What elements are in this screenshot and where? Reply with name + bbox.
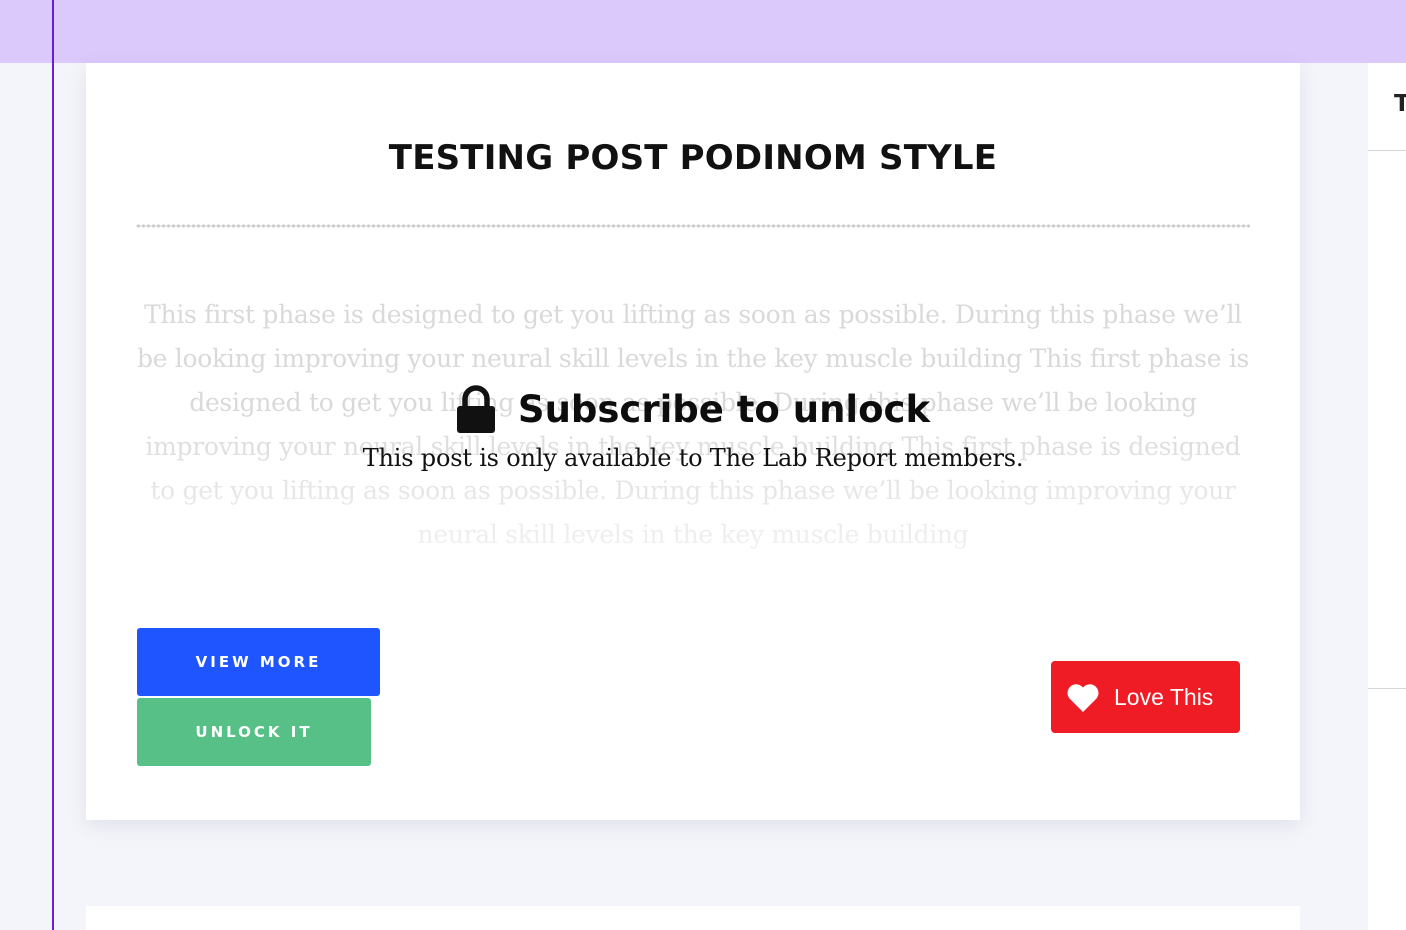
sidebar-header: T [1394,91,1406,117]
sidebar-divider [1368,150,1406,151]
love-this-label: Love This [1114,683,1214,710]
love-this-button[interactable]: Love This [1051,661,1240,733]
paywall-heading: Subscribe to unlock [456,385,930,433]
next-post-card [86,906,1300,930]
paywall-message: This post is only available to The Lab R… [362,444,1024,472]
view-more-button[interactable]: VIEW MORE [137,628,380,696]
paywall-heading-text: Subscribe to unlock [517,387,931,431]
post-card: TESTING POST PODINOM STYLE This first ph… [86,63,1300,820]
left-accent-rule [52,0,54,930]
lock-icon [456,385,496,433]
sidebar-panel: T [1368,63,1406,930]
paywall-overlay: Subscribe to unlock This post is only av… [86,385,1300,472]
heart-icon [1066,682,1100,713]
title-divider [136,224,1250,228]
unlock-it-button[interactable]: UNLOCK IT [137,698,371,766]
sidebar-divider [1368,688,1406,689]
post-title[interactable]: TESTING POST PODINOM STYLE [86,138,1300,178]
top-header-band [0,0,1406,63]
